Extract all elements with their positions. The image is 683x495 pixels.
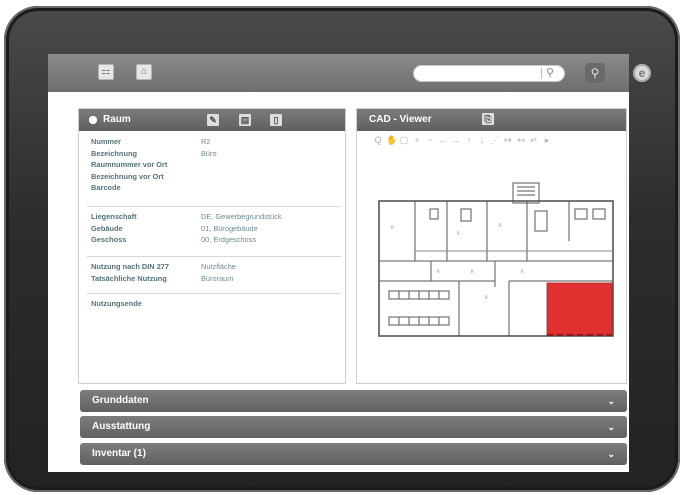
accordion-label: Grunddaten — [92, 395, 149, 406]
field-row: Geschoss 00, Erdgeschoss — [91, 234, 337, 246]
pan-up-icon[interactable]: ↑ — [464, 134, 474, 146]
field-row: Nutzungsende — [91, 298, 337, 310]
svg-text:R: R — [485, 295, 488, 300]
field-row: Barcode — [91, 182, 337, 194]
field-row: Liegenschaft DE, Gewerbegrundstück — [91, 211, 337, 223]
chevron-down-icon[interactable]: ⌄ — [607, 390, 615, 412]
accordion-inventar[interactable]: Inventar (1) ⌄ — [80, 443, 627, 465]
search-separator — [541, 68, 542, 79]
raum-panel: Raum ✎ ▤ ▯ Nummer R2 Bezeichnung Büro Ra… — [78, 108, 346, 384]
selected-room-highlight[interactable] — [546, 282, 613, 336]
field-value: 00, Erdgeschoss — [201, 235, 257, 244]
field-label: Nutzung nach DIN 277 — [91, 262, 170, 271]
field-label: Nutzungsende — [91, 299, 142, 308]
more-tools-icon[interactable]: ▸ — [542, 134, 552, 146]
field-value: R2 — [201, 137, 211, 146]
zoom-icon[interactable]: Q — [373, 134, 383, 146]
app-screen: ⚏ ⌂ ⚲ ⚲ Raum ✎ ▤ ▯ Nummer R2 Bezeichnung… — [48, 54, 629, 472]
accordion-grunddaten[interactable]: Grunddaten ⌄ — [80, 390, 627, 412]
divider — [87, 256, 341, 257]
field-value: Büroraum — [201, 273, 234, 283]
field-label: Nummer — [91, 137, 121, 146]
cad-viewer-header: CAD - Viewer ⎘ — [357, 109, 626, 131]
field-value: DE, Gewerbegrundstück — [201, 212, 282, 221]
field-label: Tatsächliche Nutzung — [91, 273, 167, 283]
edit-icon[interactable]: ✎ — [207, 114, 219, 126]
svg-text:R: R — [437, 269, 440, 274]
divider — [87, 293, 341, 294]
pan-hand-icon[interactable]: ✋ — [386, 134, 397, 146]
field-group-location: Liegenschaft DE, Gewerbegrundstück Gebäu… — [91, 211, 337, 246]
fit-extents-icon[interactable]: ⋰ — [490, 134, 500, 146]
field-label: Gebäude — [91, 223, 123, 233]
accordion-label: Ausstattung — [92, 421, 151, 432]
svg-text:R: R — [499, 223, 502, 228]
top-toolbar: ⚏ ⌂ ⚲ ⚲ — [48, 54, 629, 92]
floor-plan-drawing: R R R R R R R — [378, 182, 614, 337]
org-chart-icon[interactable]: ⚏ — [98, 64, 114, 80]
pan-down-icon[interactable]: ↓ — [477, 134, 487, 146]
chevron-down-icon[interactable]: ⌄ — [607, 416, 615, 438]
cad-toolbar: Q ✋ ▢ + − ← → ↑ ↓ ⋰ ↦ ↤ ↵ ▸ — [373, 134, 552, 146]
field-row: Tatsächliche Nutzung Büroraum — [91, 273, 337, 285]
field-label: Bezeichnung — [91, 148, 137, 158]
field-group-usage: Nutzung nach DIN 277 Nutzfläche Tatsächl… — [91, 261, 337, 284]
field-label: Raumnummer vor Ort — [91, 160, 168, 169]
field-row: Gebäude 01, Bürogebäude — [91, 223, 337, 235]
cad-viewer-panel: CAD - Viewer ⎘ Q ✋ ▢ + − ← → ↑ ↓ ⋰ ↦ ↤ ↵… — [356, 108, 627, 384]
field-label: Liegenschaft — [91, 212, 137, 221]
divider — [87, 206, 341, 207]
accordion-label: Inventar (1) — [92, 448, 146, 459]
home-circle-icon[interactable]: e — [633, 64, 651, 82]
field-label: Barcode — [91, 183, 121, 192]
field-value: Nutzfläche — [201, 262, 236, 271]
raum-title: Raum — [103, 114, 131, 125]
field-row: Nutzung nach DIN 277 Nutzfläche — [91, 261, 337, 273]
raum-radio-icon — [89, 116, 97, 124]
field-group-identification: Nummer R2 Bezeichnung Büro Raumnummer vo… — [91, 136, 337, 194]
house-icon[interactable]: ⌂ — [136, 64, 152, 80]
svg-text:R: R — [457, 231, 460, 236]
cad-viewer-title: CAD - Viewer — [369, 114, 432, 125]
pan-left-icon[interactable]: ← — [438, 134, 448, 146]
field-label: Bezeichnung vor Ort — [91, 171, 164, 181]
search-icon[interactable]: ⚲ — [546, 66, 554, 81]
floor-plan[interactable]: R R R R R R R — [375, 179, 617, 339]
user-search-icon[interactable]: ⚲ — [585, 63, 605, 83]
svg-text:R: R — [391, 225, 394, 230]
field-row: Bezeichnung Büro — [91, 148, 337, 160]
field-group-end: Nutzungsende — [91, 298, 337, 310]
zoom-in-icon[interactable]: + — [412, 134, 422, 146]
field-row: Nummer R2 — [91, 136, 337, 148]
raum-panel-header: Raum ✎ ▤ ▯ — [79, 109, 345, 131]
zoom-out-icon[interactable]: − — [425, 134, 435, 146]
field-value: 01, Bürogebäude — [201, 223, 258, 233]
reset-view-icon[interactable]: ↵ — [529, 134, 539, 146]
clipboard-icon[interactable]: ▯ — [270, 114, 282, 126]
accordion-ausstattung[interactable]: Ausstattung ⌄ — [80, 416, 627, 438]
svg-text:R: R — [471, 269, 474, 274]
zoom-window-icon[interactable]: ▢ — [399, 134, 409, 146]
field-value: Büro — [201, 148, 217, 158]
chevron-down-icon[interactable]: ⌄ — [607, 443, 615, 465]
measure-area-icon[interactable]: ↤ — [516, 134, 526, 146]
cad-export-icon[interactable]: ⎘ — [482, 113, 494, 125]
field-row: Raumnummer vor Ort — [91, 159, 337, 171]
svg-text:R: R — [521, 269, 524, 274]
field-row: Bezeichnung vor Ort — [91, 171, 337, 183]
measure-icon[interactable]: ↦ — [503, 134, 513, 146]
field-label: Geschoss — [91, 235, 127, 244]
print-icon[interactable]: ▤ — [239, 114, 251, 126]
tablet-frame: ‹ e ⚏ ⌂ ⚲ ⚲ Raum ✎ ▤ ▯ Nummer — [4, 6, 680, 492]
search-input[interactable]: ⚲ — [413, 65, 565, 82]
pan-right-icon[interactable]: → — [451, 134, 461, 146]
